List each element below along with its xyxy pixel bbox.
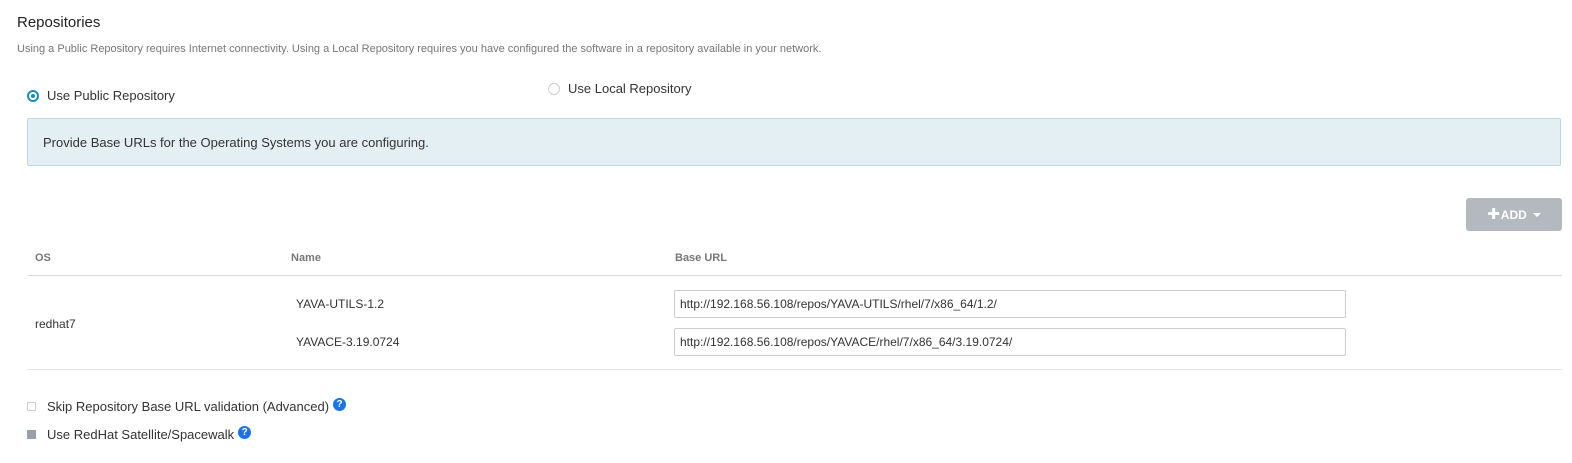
base-url-input[interactable] xyxy=(674,328,1346,356)
info-alert-text: Provide Base URLs for the Operating Syst… xyxy=(43,134,429,150)
add-button[interactable]: ✚ ADD xyxy=(1466,198,1562,231)
radio-unselected-icon[interactable] xyxy=(548,82,560,95)
repo-name-cell: YAVACE-3.19.0724 xyxy=(296,335,400,349)
caret-down-icon xyxy=(1532,212,1541,217)
use-satellite-checkbox[interactable] xyxy=(27,430,36,439)
table-footer-divider xyxy=(27,369,1562,370)
skip-validation-checkbox[interactable] xyxy=(27,402,36,411)
repositories-title: Repositories xyxy=(17,14,101,31)
repo-name-cell: YAVA-UTILS-1.2 xyxy=(296,297,385,311)
add-button-label: ADD xyxy=(1500,207,1527,222)
repositories-description: Using a Public Repository requires Inter… xyxy=(17,43,822,55)
question-circle-icon[interactable]: ? xyxy=(333,398,347,411)
table-header-divider xyxy=(27,275,1562,276)
use-satellite-label: Use RedHat Satellite/Spacewalk xyxy=(47,427,235,442)
use-local-repository-label: Use Local Repository xyxy=(568,81,692,96)
skip-validation-label: Skip Repository Base URL validation (Adv… xyxy=(47,399,330,414)
info-alert: Provide Base URLs for the Operating Syst… xyxy=(27,118,1561,166)
os-cell: redhat7 xyxy=(35,317,76,331)
use-public-repository-radio[interactable]: Use Public Repository xyxy=(27,88,175,103)
column-header-name: Name xyxy=(291,252,321,264)
base-url-input[interactable] xyxy=(674,290,1346,318)
skip-validation-checkbox-row[interactable]: Skip Repository Base URL validation (Adv… xyxy=(27,398,347,414)
use-local-repository-radio[interactable]: Use Local Repository xyxy=(548,81,692,96)
use-public-repository-label: Use Public Repository xyxy=(47,88,175,103)
radio-selected-icon[interactable] xyxy=(27,89,39,102)
use-satellite-checkbox-row[interactable]: Use RedHat Satellite/Spacewalk ? xyxy=(27,426,252,442)
question-circle-icon[interactable]: ? xyxy=(238,426,252,439)
plus-icon: ✚ xyxy=(1487,206,1500,223)
column-header-os: OS xyxy=(35,252,51,264)
column-header-base-url: Base URL xyxy=(675,252,727,264)
